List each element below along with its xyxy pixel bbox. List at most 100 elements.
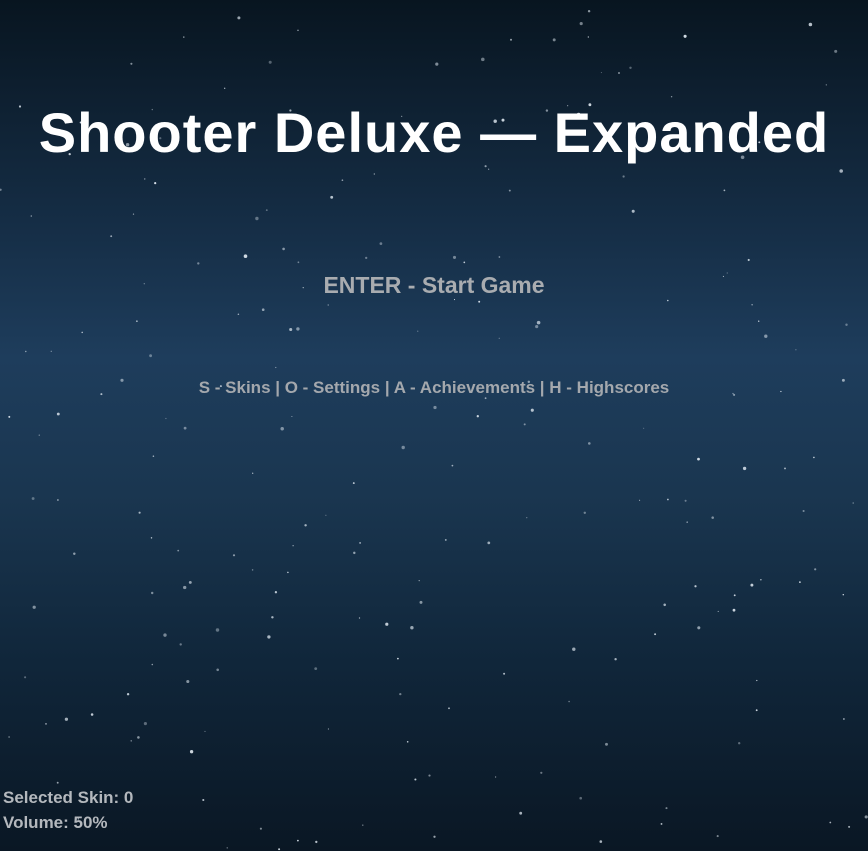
star [799,581,801,583]
star [179,643,182,646]
star [330,195,334,199]
star [232,554,236,557]
star [401,445,405,450]
star [177,549,180,552]
star [487,541,491,545]
star [843,718,845,720]
star [327,728,329,730]
star [686,521,688,523]
star [618,72,620,74]
star [362,824,364,826]
star [414,778,417,781]
star [38,434,40,436]
star [292,545,294,547]
star [32,605,36,609]
star [271,616,274,619]
star [150,537,153,539]
star [795,349,797,351]
star [64,717,69,721]
star [481,57,485,62]
star [224,87,226,89]
star [45,722,47,725]
star [600,72,602,74]
star [579,22,583,26]
star [24,676,27,679]
star [683,34,687,38]
star [639,499,641,501]
star [519,811,523,815]
star [660,822,663,825]
star [605,742,608,746]
start-game-prompt[interactable]: ENTER - Start Game [0,272,868,299]
star [845,323,848,326]
star [0,188,2,191]
star [417,330,419,332]
star [188,580,192,584]
star [327,304,329,306]
star [341,179,344,182]
star [755,709,758,712]
star [452,255,457,259]
star [697,457,700,461]
star [697,626,701,630]
star [150,591,154,595]
star [428,774,431,777]
selected-skin-indicator: Selected Skin: 0 [3,788,134,807]
star [453,299,456,301]
star [183,426,187,430]
star [463,261,466,264]
star [536,320,541,325]
star [204,730,206,732]
star [315,840,318,844]
star [165,417,167,420]
star [419,600,423,604]
star [261,308,265,312]
star [151,663,154,666]
star [275,366,277,369]
star [848,825,851,828]
star [297,839,299,842]
star [56,412,60,416]
star [297,261,300,264]
star [503,672,506,675]
star [359,541,362,544]
star [154,182,157,185]
star [478,300,481,303]
star [186,679,190,684]
star [435,62,439,66]
star [8,736,10,738]
star [839,169,843,173]
star [406,741,409,743]
star [711,516,714,519]
star [572,647,576,651]
star [152,455,155,457]
star [631,209,635,213]
star [684,499,687,502]
star [433,405,437,410]
star [314,667,318,671]
star [410,626,414,630]
star [488,168,490,170]
star [226,847,228,849]
star [750,583,754,587]
star [760,579,762,581]
star [742,466,747,471]
star [183,585,187,590]
star [237,16,241,20]
star [274,591,278,594]
star [825,84,827,86]
star [143,722,147,726]
star [365,256,368,260]
star [756,679,758,682]
star [732,608,736,612]
star [568,700,570,703]
star [243,254,248,258]
star [433,835,436,838]
menu-shortcuts[interactable]: S - Skins | O - Settings | A - Achieveme… [0,378,868,398]
star [73,552,76,555]
star [110,235,113,238]
star [287,571,289,574]
star [132,213,135,215]
star [251,569,254,571]
star [494,776,497,778]
